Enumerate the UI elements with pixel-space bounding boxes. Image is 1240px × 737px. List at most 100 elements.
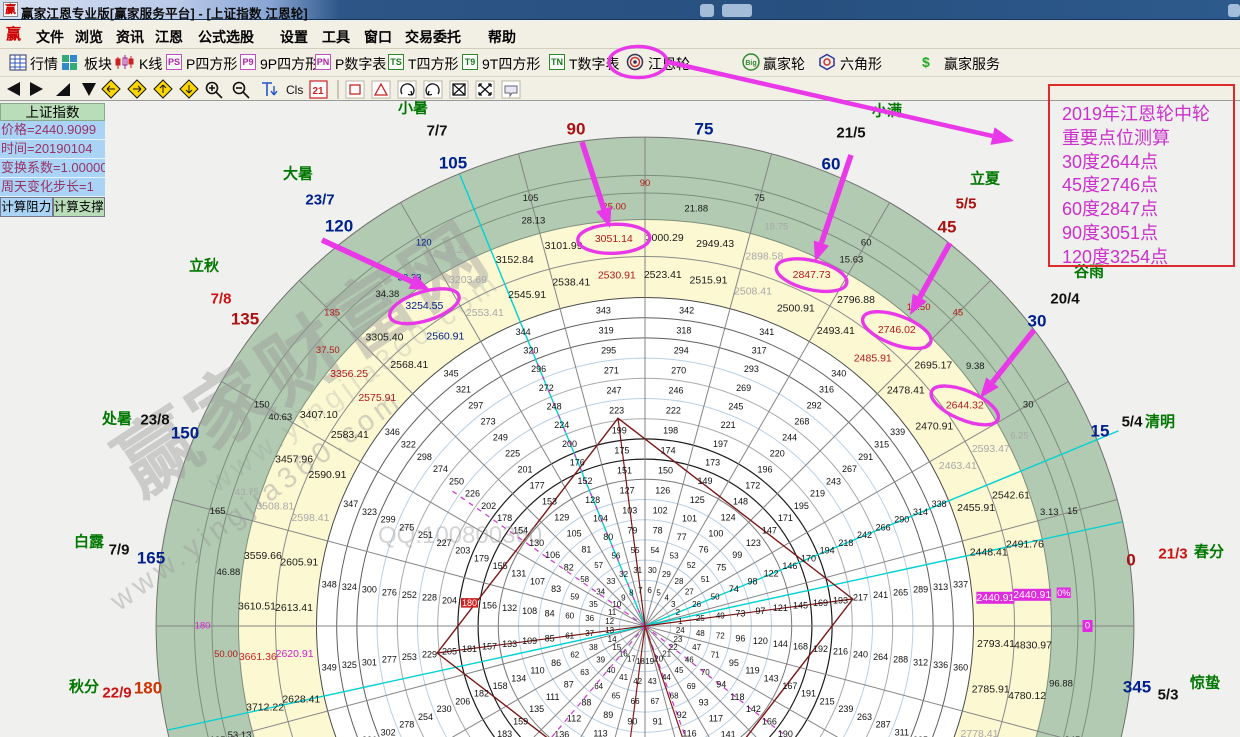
svg-text:94: 94 [716, 680, 726, 690]
svg-text:123: 123 [746, 538, 761, 548]
svg-text:50: 50 [711, 592, 720, 601]
svg-text:79: 79 [627, 526, 637, 536]
svg-text:149: 149 [697, 476, 712, 486]
svg-text:264: 264 [873, 652, 888, 662]
svg-text:288: 288 [893, 655, 908, 665]
svg-text:92: 92 [677, 710, 687, 720]
svg-text:178: 178 [497, 513, 512, 523]
svg-text:324: 324 [342, 582, 357, 592]
svg-text:159: 159 [513, 717, 528, 727]
svg-text:2598.41: 2598.41 [292, 512, 330, 524]
svg-text:49: 49 [716, 612, 725, 621]
svg-text:39: 39 [596, 656, 605, 665]
svg-text:7/7: 7/7 [427, 123, 448, 140]
svg-text:171: 171 [778, 513, 793, 523]
svg-text:322: 322 [401, 440, 416, 450]
svg-text:7/8: 7/8 [211, 291, 232, 308]
svg-text:219: 219 [810, 489, 825, 499]
svg-text:113: 113 [593, 729, 607, 737]
svg-text:198: 198 [663, 426, 678, 436]
svg-text:40.63: 40.63 [268, 412, 292, 423]
svg-text:30: 30 [648, 566, 657, 575]
svg-text:90: 90 [567, 120, 586, 139]
svg-text:2553.41: 2553.41 [466, 307, 504, 319]
svg-text:64: 64 [594, 682, 603, 691]
svg-text:2793.41: 2793.41 [977, 638, 1015, 650]
svg-text:254: 254 [418, 712, 433, 722]
svg-text:222: 222 [666, 406, 681, 416]
svg-text:34.38: 34.38 [376, 289, 400, 300]
svg-text:55: 55 [631, 546, 640, 555]
svg-text:341: 341 [759, 327, 774, 337]
svg-text:62: 62 [570, 651, 579, 660]
svg-text:321: 321 [456, 384, 471, 394]
svg-text:57: 57 [594, 561, 603, 570]
svg-text:43: 43 [648, 677, 657, 686]
svg-text:323: 323 [362, 507, 377, 517]
svg-text:301: 301 [362, 657, 377, 667]
svg-text:90: 90 [640, 178, 651, 189]
svg-text:28: 28 [675, 577, 684, 586]
svg-text:2847.73: 2847.73 [793, 269, 831, 281]
svg-text:89: 89 [603, 710, 613, 720]
svg-text:51: 51 [701, 575, 710, 584]
svg-text:21.88: 21.88 [684, 204, 708, 215]
svg-text:73: 73 [735, 608, 745, 618]
svg-text:120: 120 [416, 237, 432, 248]
svg-text:156: 156 [482, 601, 497, 611]
svg-text:28.13: 28.13 [522, 216, 546, 227]
svg-text:312: 312 [913, 657, 928, 667]
svg-text:294: 294 [674, 345, 689, 355]
svg-text:87: 87 [564, 680, 574, 690]
svg-text:48: 48 [696, 629, 705, 638]
svg-text:126: 126 [655, 486, 670, 496]
svg-text:31.25: 31.25 [445, 245, 469, 256]
svg-text:270: 270 [671, 365, 686, 375]
svg-text:197: 197 [713, 439, 728, 449]
svg-text:60: 60 [861, 237, 872, 248]
svg-text:318: 318 [676, 325, 691, 335]
svg-text:168: 168 [793, 642, 808, 652]
svg-text:105: 105 [439, 154, 467, 173]
svg-text:4780.12: 4780.12 [1008, 690, 1046, 702]
svg-text:59: 59 [570, 592, 579, 601]
svg-text:253: 253 [402, 652, 417, 662]
svg-text:230: 230 [437, 704, 452, 714]
svg-text:秋分: 秋分 [69, 678, 99, 696]
svg-text:192: 192 [813, 644, 828, 654]
svg-text:128: 128 [585, 495, 600, 505]
svg-text:2455.91: 2455.91 [957, 502, 995, 514]
svg-text:43.75: 43.75 [235, 487, 259, 498]
svg-text:176: 176 [570, 458, 585, 468]
svg-text:300: 300 [362, 585, 377, 595]
svg-text:196: 196 [757, 465, 772, 475]
svg-text:121: 121 [773, 603, 788, 613]
svg-text:76: 76 [699, 545, 709, 555]
svg-text:150: 150 [254, 399, 270, 410]
svg-text:155: 155 [493, 561, 508, 571]
svg-text:3203.69: 3203.69 [449, 274, 487, 286]
svg-text:30: 30 [1023, 399, 1034, 410]
svg-text:47: 47 [692, 643, 701, 652]
svg-text:3.13: 3.13 [1040, 507, 1059, 518]
svg-text:46: 46 [685, 656, 694, 665]
svg-text:172: 172 [745, 481, 760, 491]
svg-text:80: 80 [603, 532, 613, 542]
svg-text:60: 60 [565, 612, 574, 621]
svg-text:109: 109 [522, 636, 537, 646]
svg-text:180: 180 [462, 598, 477, 608]
svg-text:60: 60 [822, 155, 841, 174]
svg-text:179: 179 [474, 553, 489, 563]
svg-text:大暑: 大暑 [283, 165, 313, 183]
svg-text:84: 84 [545, 608, 555, 618]
svg-text:2470.91: 2470.91 [915, 420, 953, 432]
svg-text:23/8: 23/8 [140, 412, 169, 429]
svg-text:26: 26 [692, 600, 701, 609]
svg-text:150: 150 [171, 424, 199, 443]
svg-text:2440.91: 2440.91 [976, 592, 1014, 604]
svg-text:251: 251 [418, 530, 433, 540]
svg-text:347: 347 [343, 499, 358, 509]
svg-text:360: 360 [953, 663, 968, 673]
svg-text:58: 58 [580, 575, 589, 584]
svg-text:242: 242 [857, 530, 872, 540]
